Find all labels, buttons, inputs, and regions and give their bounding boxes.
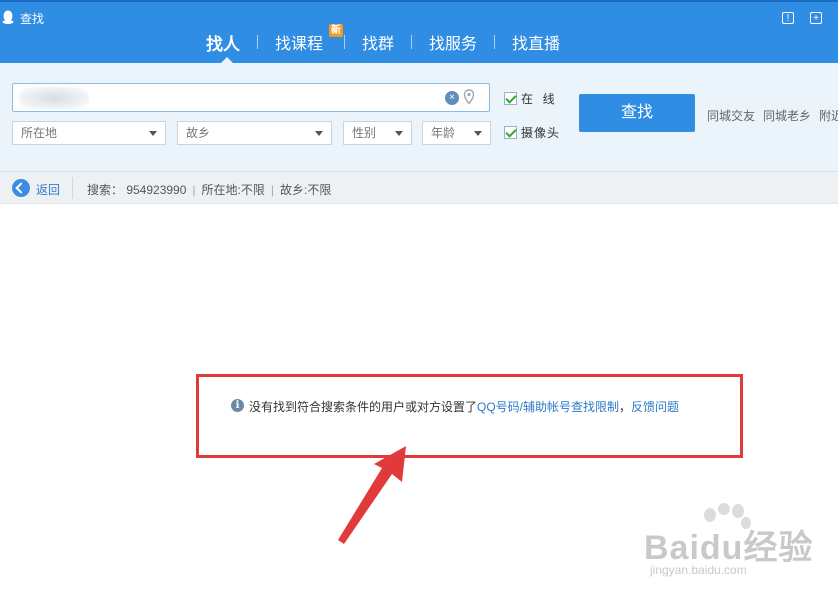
chevron-down-icon — [315, 131, 323, 136]
chevron-down-icon — [395, 131, 403, 136]
baidu-watermark: Baidu经验 jingyan.baidu.com — [640, 503, 830, 585]
annotation-arrow-icon — [338, 446, 406, 544]
tab-divider — [494, 35, 496, 49]
feedback-icon[interactable]: ! — [782, 12, 794, 24]
search-location: 所在地:不限 — [201, 183, 265, 197]
gender-select-value: 性别 — [352, 126, 377, 140]
online-checkbox[interactable]: 在 线 — [504, 90, 556, 106]
feedback-link[interactable]: 反馈问题 — [631, 400, 679, 414]
new-badge: 新 — [329, 24, 344, 37]
breadcrumb-divider — [72, 177, 73, 199]
tab-find-people[interactable]: 找人 — [190, 30, 256, 55]
online-label: 在 线 — [521, 91, 556, 106]
title-bar: 查找 ! + 找人 找课程 新 找群 找服务 找直播 — [0, 0, 838, 65]
tab-divider — [344, 35, 346, 49]
find-window: 查找 ! + 找人 找课程 新 找群 找服务 找直播 × 所在地 故乡 性别 年… — [0, 0, 838, 596]
clear-icon[interactable]: × — [445, 91, 459, 105]
watermark-url: jingyan.baidu.com — [650, 563, 747, 577]
no-results-message: 没有找到符合搜索条件的用户或对方设置了QQ号码/辅助帐号查找限制，反馈问题 — [249, 398, 679, 415]
hometown-select-value: 故乡 — [186, 126, 211, 140]
search-query: 搜索： 954923990 — [87, 183, 187, 197]
blurred-query — [19, 87, 89, 109]
watermark-text: Baidu经验 — [644, 529, 814, 567]
search-hometown: 故乡:不限 — [280, 183, 332, 197]
window-title: 查找 — [20, 12, 45, 26]
info-icon: i — [231, 399, 244, 412]
category-tabs: 找人 找课程 新 找群 找服务 找直播 — [190, 24, 576, 56]
quick-link-local-townsmen[interactable]: 同城老乡 — [763, 107, 811, 124]
tab-find-live[interactable]: 找直播 — [496, 30, 576, 54]
checkmark-icon — [504, 125, 517, 139]
quick-link-local-friends[interactable]: 同城交友 — [707, 107, 755, 124]
tab-divider — [411, 35, 413, 49]
quick-links: 同城交友 同城老乡 附近 — [707, 107, 838, 124]
qq-penguin-icon — [2, 10, 14, 24]
back-link[interactable]: 返回 — [36, 181, 60, 198]
tab-find-groups[interactable]: 找群 — [346, 30, 410, 54]
restriction-link[interactable]: QQ号码/辅助帐号查找限制 — [477, 400, 619, 414]
hometown-select[interactable]: 故乡 — [177, 121, 332, 145]
location-select-value: 所在地 — [21, 126, 58, 140]
no-results-text: 没有找到符合搜索条件的用户或对方设置了 — [249, 400, 478, 414]
chevron-down-icon — [474, 131, 482, 136]
quick-link-nearby[interactable]: 附近 — [819, 107, 838, 124]
tab-divider — [257, 35, 258, 49]
checkmark-icon — [504, 91, 517, 105]
gender-select[interactable]: 性别 — [343, 121, 412, 145]
search-summary: 搜索： 954923990 | 所在地:不限 | 故乡:不限 — [87, 183, 332, 197]
chevron-down-icon — [149, 131, 157, 136]
age-select-value: 年龄 — [431, 126, 456, 140]
tab-find-courses[interactable]: 找课程 新 — [259, 24, 344, 54]
tab-find-courses-label: 找课程 — [275, 36, 324, 53]
camera-checkbox[interactable]: 摄像头 — [504, 124, 560, 140]
annotation-highlight-box: i 没有找到符合搜索条件的用户或对方设置了QQ号码/辅助帐号查找限制，反馈问题 — [196, 374, 743, 458]
minimize-icon[interactable]: + — [810, 12, 822, 24]
camera-label: 摄像头 — [521, 125, 561, 140]
back-arrow-icon[interactable] — [12, 179, 30, 197]
tab-find-services[interactable]: 找服务 — [413, 30, 493, 54]
location-pin-icon[interactable] — [463, 89, 475, 105]
search-input[interactable]: × — [12, 83, 490, 112]
breadcrumb: 返回 搜索： 954923990 | 所在地:不限 | 故乡:不限 — [0, 171, 838, 204]
message-separator: ， — [619, 400, 632, 414]
search-panel: × 所在地 故乡 性别 年龄 在 线 摄像头 查找 同城交友 同城老乡 附近 — [0, 63, 838, 171]
location-select[interactable]: 所在地 — [12, 121, 166, 145]
find-button[interactable]: 查找 — [579, 94, 695, 132]
age-select[interactable]: 年龄 — [422, 121, 491, 145]
